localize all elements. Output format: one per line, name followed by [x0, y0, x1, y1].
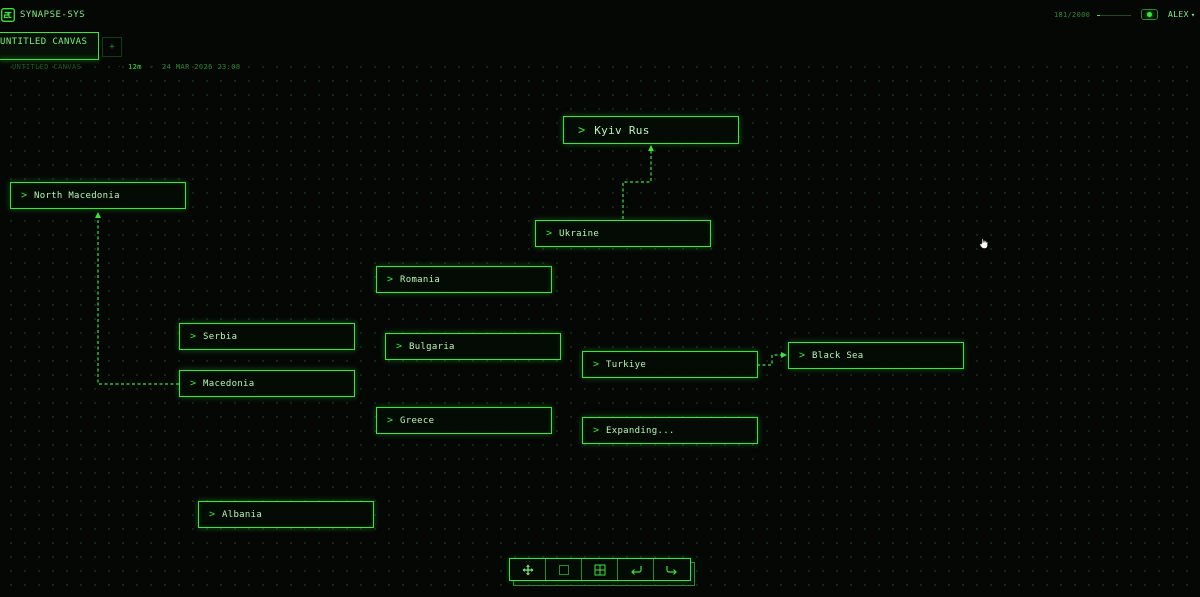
chevron-right-icon: >: [593, 359, 600, 370]
grid-icon: [594, 564, 605, 575]
hand-cursor-icon: [979, 238, 988, 249]
node-turkiye[interactable]: > Turkiye: [582, 351, 758, 378]
node-label: Albania: [222, 509, 263, 520]
chevron-right-icon: >: [578, 123, 586, 137]
node-label: Kyiv Rus: [594, 123, 650, 137]
edge-macedonia-north-macedonia[interactable]: [95, 212, 179, 385]
move-icon: [522, 564, 533, 575]
node-north-macedonia[interactable]: > North Macedonia: [10, 182, 186, 209]
undo-icon: [630, 565, 642, 575]
node-serbia[interactable]: > Serbia: [179, 323, 355, 350]
canvas-toolbar: [509, 558, 691, 581]
node-black-sea[interactable]: > Black Sea: [788, 342, 964, 369]
redo-button[interactable]: [654, 559, 690, 580]
node-label: North Macedonia: [34, 190, 120, 201]
node-romania[interactable]: > Romania: [376, 266, 552, 293]
chevron-right-icon: >: [209, 509, 216, 520]
chevron-right-icon: >: [396, 341, 403, 352]
chevron-right-icon: >: [190, 378, 197, 389]
node-greece[interactable]: > Greece: [376, 407, 552, 434]
node-kyiv-rus[interactable]: > Kyiv Rus: [563, 116, 739, 144]
chevron-right-icon: >: [387, 415, 394, 426]
node-label: Greece: [400, 415, 435, 426]
node-ukraine[interactable]: > Ukraine: [535, 220, 711, 247]
node-label: Ukraine: [559, 228, 600, 239]
edge-turkiye-black-sea[interactable]: [757, 352, 787, 366]
undo-button[interactable]: [618, 559, 654, 580]
node-label: Bulgaria: [409, 341, 455, 352]
canvas-app: SYNAPSE-SYS 181/2000 ALEX ▾ UNTITLED CANV…: [0, 0, 1200, 597]
node-label: Turkiye: [606, 359, 647, 370]
node-albania[interactable]: > Albania: [198, 501, 374, 528]
chevron-right-icon: >: [21, 190, 28, 201]
chevron-right-icon: >: [546, 228, 553, 239]
node-macedonia[interactable]: > Macedonia: [179, 370, 355, 397]
node-label: Serbia: [203, 331, 238, 342]
select-icon: [558, 564, 569, 575]
select-tool-button[interactable]: [546, 559, 582, 580]
chevron-right-icon: >: [190, 331, 197, 342]
edge-layer: [95, 145, 787, 385]
node-bulgaria[interactable]: > Bulgaria: [385, 333, 561, 360]
grid-tool-button[interactable]: [582, 559, 618, 580]
node-label: Romania: [400, 274, 441, 285]
node-label: Expanding...: [606, 425, 675, 436]
node-expanding[interactable]: > Expanding...: [582, 417, 758, 444]
move-tool-button[interactable]: [510, 559, 546, 580]
node-label: Macedonia: [203, 378, 255, 389]
edge-ukraine-kyiv[interactable]: [622, 145, 654, 219]
chevron-right-icon: >: [799, 350, 806, 361]
node-label: Black Sea: [812, 350, 864, 361]
chevron-right-icon: >: [387, 274, 394, 285]
chevron-right-icon: >: [593, 425, 600, 436]
redo-icon: [666, 565, 677, 575]
